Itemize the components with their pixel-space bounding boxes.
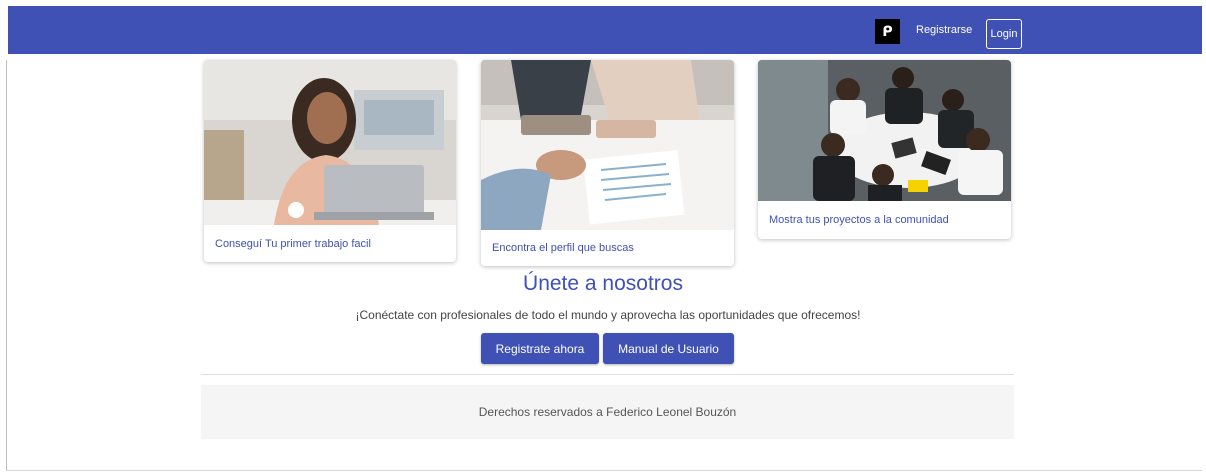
card-caption: Conseguí Tu primer trabajo facil xyxy=(215,238,371,250)
page-bottom-border xyxy=(6,470,1202,471)
footer-divider xyxy=(201,374,1014,375)
user-manual-button[interactable]: Manual de Usuario xyxy=(603,333,734,364)
handshake-interview-photo xyxy=(481,60,734,230)
register-link[interactable]: Registrarse xyxy=(916,20,972,40)
card-caption: Mostra tus proyectos a la comunidad xyxy=(769,214,949,226)
top-navbar: ᑭ Registrarse Login xyxy=(8,6,1202,54)
card-caption: Encontra el perfil que buscas xyxy=(492,242,634,254)
woman-at-laptop-photo xyxy=(204,60,456,225)
p-logo-icon[interactable]: ᑭ xyxy=(875,19,900,44)
page-left-border xyxy=(6,60,7,470)
register-now-button[interactable]: Registrate ahora xyxy=(481,333,599,364)
team-meeting-photo xyxy=(758,60,1011,201)
feature-card-find-profile[interactable]: Encontra el perfil que buscas xyxy=(481,60,734,266)
feature-card-show-projects[interactable]: Mostra tus proyectos a la comunidad xyxy=(758,60,1011,239)
login-button[interactable]: Login xyxy=(986,19,1022,49)
join-subtitle: ¡Conéctate con profesionales de todo el … xyxy=(355,308,861,322)
footer-copyright: Derechos reservados a Federico Leonel Bo… xyxy=(478,405,737,419)
feature-card-first-job[interactable]: Conseguí Tu primer trabajo facil xyxy=(204,60,456,262)
join-heading: Únete a nosotros xyxy=(523,272,683,295)
footer: Derechos reservados a Federico Leonel Bo… xyxy=(201,385,1014,439)
